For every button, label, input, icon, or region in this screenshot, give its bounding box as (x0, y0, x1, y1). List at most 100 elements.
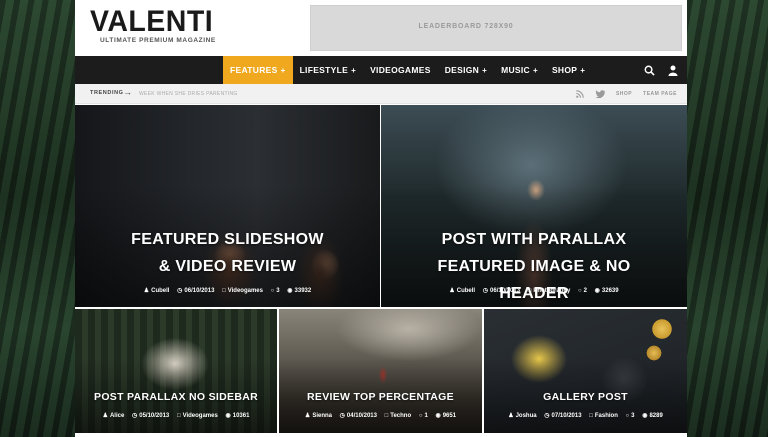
nav-item-videogames[interactable]: VIDEOGAMES (363, 56, 438, 84)
post-views: 32639 (601, 288, 619, 294)
nav-label: FEATURES (230, 65, 278, 75)
post-meta: ♟ Alice ◷ 05/10/2013 □ Videogames ◉ 10361 (75, 412, 277, 419)
trending-headline[interactable]: WEEK WHEN SHE DRIES PARENTING (139, 91, 238, 97)
post-author[interactable]: Joshua (516, 413, 537, 419)
nav-item-music[interactable]: MUSIC + (494, 56, 545, 84)
comment-icon: ○ (270, 288, 275, 294)
submenu-plus-icon: + (351, 65, 357, 75)
post-category[interactable]: Videogames (228, 288, 263, 294)
post-comments[interactable]: 2 (584, 288, 587, 294)
nav-label: MUSIC (501, 65, 530, 75)
submenu-plus-icon: + (532, 65, 538, 75)
featured-post-card[interactable]: FEATURED SLIDESHOW & VIDEO REVIEW ♟ Cubel… (75, 105, 380, 307)
post-comments[interactable]: 3 (276, 288, 279, 294)
search-icon[interactable] (643, 64, 655, 76)
nav-label: LIFESTYLE (299, 65, 349, 75)
post-views: 33932 (294, 288, 312, 294)
post-card[interactable]: REVIEW TOP PERCENTAGE ♟ Sienna ◷ 04/10/201… (279, 309, 482, 433)
post-views: 9651 (442, 413, 457, 419)
post-title[interactable]: GALLERY POST (484, 390, 687, 404)
post-category[interactable]: Techno (390, 413, 411, 419)
submenu-plus-icon: + (580, 65, 586, 75)
post-date: 06/10/2013 (184, 288, 215, 294)
post-meta: ♟ Cubell ◷ 06/10/2013 □ Videogames ○ 3 ◉ 3393… (75, 287, 380, 294)
eye-icon: ◉ (642, 413, 648, 419)
eye-icon: ◉ (594, 288, 600, 294)
clock-icon: ◷ (177, 288, 183, 294)
user-icon: ♟ (304, 413, 311, 419)
post-title[interactable]: POST PARALLAX NO SIDEBAR (75, 390, 277, 404)
user-icon[interactable] (667, 64, 679, 76)
post-author[interactable]: Cubell (457, 288, 475, 294)
post-author[interactable]: Cubell (151, 288, 169, 294)
post-author[interactable]: Sienna (312, 413, 332, 419)
background-forest-left (0, 0, 75, 437)
eye-icon: ◉ (225, 413, 231, 419)
site-container: VALENTI ULTIMATE PREMIUM MAGAZINE LEADER… (75, 0, 687, 437)
post-card[interactable]: POST PARALLAX NO SIDEBAR ♟ Alice ◷ 05/10/2… (75, 309, 277, 433)
eye-icon: ◉ (435, 413, 441, 419)
post-date: 05/10/2013 (139, 413, 170, 419)
folder-icon: □ (176, 413, 181, 419)
post-category[interactable]: Videogames (183, 413, 218, 419)
post-title[interactable]: POST WITH PARALLAX FEATURED IMAGE & NO H… (381, 226, 687, 307)
user-icon: ♟ (449, 288, 455, 294)
site-header: VALENTI ULTIMATE PREMIUM MAGAZINE LEADER… (75, 0, 687, 56)
featured-post-card[interactable]: POST WITH PARALLAX FEATURED IMAGE & NO H… (381, 105, 687, 307)
folder-icon: □ (384, 413, 389, 419)
user-icon: ♟ (508, 413, 514, 419)
nav-label: DESIGN (444, 65, 480, 75)
comment-icon: ○ (578, 288, 582, 294)
trending-bar: TRENDING → WEEK WHEN SHE DRIES PARENTING… (75, 84, 687, 104)
post-author[interactable]: Alice (110, 413, 124, 419)
post-views: 8289 (649, 413, 663, 419)
logo-tagline: ULTIMATE PREMIUM MAGAZINE (100, 37, 216, 44)
main-nav: FEATURES + LIFESTYLE + VIDEOGAMES DESIGN + … (75, 56, 687, 84)
folder-icon: □ (589, 413, 593, 419)
shop-link[interactable]: SHOP (616, 91, 632, 97)
eye-icon: ◉ (287, 288, 293, 294)
leaderboard-ad[interactable]: LEADERBOARD 728X90 (310, 5, 682, 51)
post-category[interactable]: Photography (533, 288, 570, 294)
post-comments[interactable]: 3 (631, 413, 634, 419)
post-card[interactable]: GALLERY POST ♟ Joshua ◷ 07/10/2013 □ Fashio… (484, 309, 687, 433)
post-title[interactable]: REVIEW TOP PERCENTAGE (279, 390, 482, 404)
user-icon: ♟ (102, 413, 108, 419)
nav-item-features[interactable]: FEATURES + (223, 56, 293, 84)
post-title[interactable]: FEATURED SLIDESHOW & VIDEO REVIEW (75, 226, 380, 280)
user-icon: ♟ (143, 288, 150, 294)
post-views: 10361 (232, 413, 250, 419)
nav-label: VIDEOGAMES (370, 65, 431, 75)
leaderboard-ad-label: LEADERBOARD 728X90 (418, 23, 514, 30)
post-category[interactable]: Fashion (595, 413, 618, 419)
nav-item-shop[interactable]: SHOP + (545, 56, 592, 84)
submenu-plus-icon: + (280, 65, 286, 75)
clock-icon: ◷ (339, 413, 345, 419)
folder-icon: □ (222, 288, 226, 294)
clock-icon: ◷ (482, 288, 489, 294)
nav-item-design[interactable]: DESIGN + (438, 56, 494, 84)
clock-icon: ◷ (544, 413, 550, 419)
trending-label: TRENDING (90, 90, 124, 96)
rss-icon[interactable] (576, 90, 584, 98)
background-forest-right (687, 0, 768, 437)
team-page-link[interactable]: TEAM PAGE (643, 91, 677, 97)
post-date: 04/10/2013 (346, 413, 377, 419)
nav-item-lifestyle[interactable]: LIFESTYLE + (293, 56, 364, 84)
post-date: 06/10/2013 (490, 288, 521, 294)
folder-icon: □ (527, 288, 532, 294)
arrow-right-icon: → (123, 87, 132, 97)
nav-label: SHOP (551, 65, 578, 75)
twitter-icon[interactable] (595, 90, 605, 98)
clock-icon: ◷ (131, 413, 138, 419)
comment-icon: ○ (418, 413, 423, 419)
submenu-plus-icon: + (482, 65, 488, 75)
logo-title: VALENTI (90, 5, 214, 38)
post-meta: ♟ Joshua ◷ 07/10/2013 □ Fashion ○ 3 ◉ 8289 (484, 412, 687, 419)
comment-icon: ○ (625, 413, 630, 419)
post-date: 07/10/2013 (551, 413, 582, 419)
post-meta: ♟ Cubell ◷ 06/10/2013 □ Photography ○ 2 ◉ 326… (381, 287, 687, 294)
post-meta: ♟ Sienna ◷ 04/10/2013 □ Techno ○ 1 ◉ 9651 (279, 412, 482, 419)
post-comments[interactable]: 1 (424, 413, 427, 419)
site-logo[interactable]: VALENTI ULTIMATE PREMIUM MAGAZINE (90, 5, 220, 45)
